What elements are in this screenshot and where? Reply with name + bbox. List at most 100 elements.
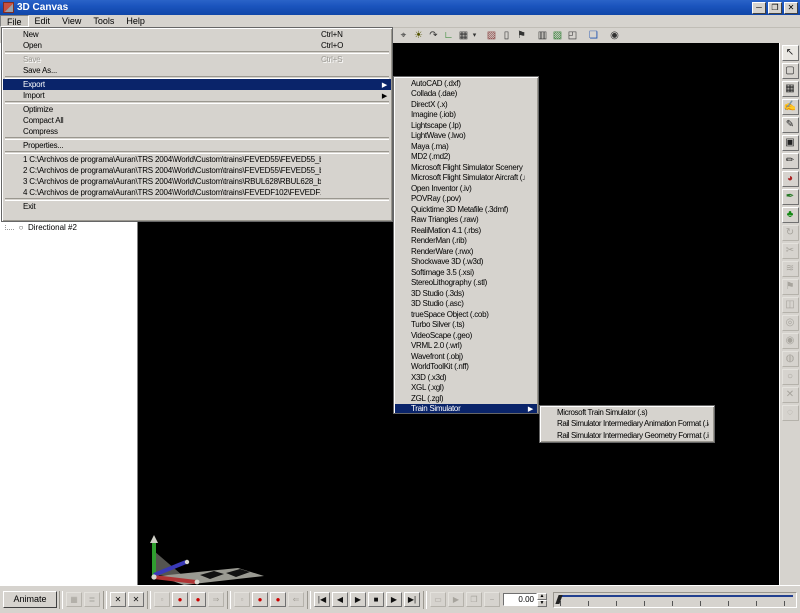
delete-rotation-key-icon[interactable]: ✕ (128, 592, 144, 607)
export-imagine[interactable]: Imagine (.iob) (395, 110, 537, 121)
close-button[interactable]: ✕ (784, 2, 798, 14)
edit-knife-icon[interactable]: ✎ (782, 117, 799, 133)
export-lightwave[interactable]: LightWave (.lwo) (395, 131, 537, 142)
menu-help[interactable]: Help (120, 15, 151, 27)
spinner-up-icon[interactable]: ▲ (537, 593, 547, 600)
paint-hand-icon[interactable]: ✍ (782, 99, 799, 115)
recent-file-4[interactable]: 4 C:\Archivos de programa\Auran\TRS 2004… (3, 187, 391, 198)
rotation-key-icon[interactable]: ▫ (234, 592, 250, 607)
select-pointer-icon[interactable]: ↖ (782, 45, 799, 61)
file-menu-compact-all[interactable]: Compact All (3, 115, 391, 126)
export-msfs-aircraft[interactable]: Microsoft Flight Simulator Aircraft (.md… (395, 173, 537, 184)
grid-snap-icon[interactable]: ▦ (456, 29, 471, 43)
timeline-slider[interactable] (553, 592, 797, 608)
export-msfs-scenery[interactable]: Microsoft Flight Simulator Scenery (.bgl… (395, 162, 537, 173)
export-realimation[interactable]: RealiMation 4.1 (.rbs) (395, 225, 537, 236)
record-all-icon[interactable]: ● (270, 592, 286, 607)
prev-frame-icon[interactable]: ◀ (332, 592, 348, 607)
recent-file-3[interactable]: 3 C:\Archivos de programa\Auran\TRS 2004… (3, 176, 391, 187)
path-icon[interactable]: ↷ (426, 29, 441, 43)
paint-object-icon[interactable]: ▨ (484, 29, 499, 43)
export-raw-triangles[interactable]: Raw Triangles (.raw) (395, 215, 537, 226)
play-icon[interactable]: ▶ (350, 592, 366, 607)
tree-item-directional-2[interactable]: ○ Directional #2 (0, 222, 137, 233)
layers-icon[interactable]: ◰ (565, 29, 580, 43)
cross-tool-icon[interactable]: ✕ (782, 387, 799, 403)
file-menu-import[interactable]: Import ▶ (3, 90, 391, 101)
light-icon[interactable]: ☀ (411, 29, 426, 43)
sphere-tool-icon[interactable]: ○ (782, 369, 799, 385)
file-menu-save[interactable]: Save Ctrl+S (3, 54, 391, 65)
apply-back-icon[interactable]: ⇐ (288, 592, 304, 607)
next-frame-icon[interactable]: ▶ (386, 592, 402, 607)
export-open-inventor[interactable]: Open Inventor (.iv) (395, 183, 537, 194)
open-animation-icon[interactable]: ❐ (466, 592, 482, 607)
export-autocad[interactable]: AutoCAD (.dxf) (395, 78, 537, 89)
export-vrml[interactable]: VRML 2.0 (.wrl) (395, 341, 537, 352)
export-lightscape[interactable]: Lightscape (.lp) (395, 120, 537, 131)
export-wavefront[interactable]: Wavefront (.obj) (395, 351, 537, 362)
export-povray[interactable]: POVRay (.pov) (395, 194, 537, 205)
file-menu-save-as[interactable]: Save As... (3, 65, 391, 76)
mirror-tool-icon[interactable]: ◫ (782, 297, 799, 313)
export-rail-sim-geometry[interactable]: Rail Simulator Intermediary Geometry For… (541, 430, 713, 441)
shape-rectangle-icon[interactable]: ▢ (782, 63, 799, 79)
sweep-tool-icon[interactable]: ◌ (782, 405, 799, 421)
export-shockwave-3d[interactable]: Shockwave 3D (.w3d) (395, 257, 537, 268)
export-md2[interactable]: MD2 (.md2) (395, 152, 537, 163)
flag-icon[interactable]: ⚑ (514, 29, 529, 43)
battery-icon[interactable]: ▯ (499, 29, 514, 43)
plant-tool-icon[interactable]: ♣ (782, 207, 799, 223)
keyframer-icon[interactable]: ▦ (66, 592, 82, 607)
paint-bucket-icon[interactable]: ◕ (782, 171, 799, 187)
spinner-down-icon[interactable]: ▼ (537, 600, 547, 607)
menu-file[interactable]: File (0, 15, 29, 27)
export-train-simulator[interactable]: Train Simulator ▶ (395, 404, 537, 415)
menu-edit[interactable]: Edit (29, 15, 57, 27)
export-videoscape[interactable]: VideoScape (.geo) (395, 330, 537, 341)
delete-position-key-icon[interactable]: ✕ (110, 592, 126, 607)
first-frame-icon[interactable]: |◀ (314, 592, 330, 607)
extrude-face-icon[interactable]: ▣ (782, 135, 799, 151)
export-softimage[interactable]: Softimage 3.5 (.xsi) (395, 267, 537, 278)
brush-icon[interactable]: ✏ (782, 153, 799, 169)
export-collada[interactable]: Collada (.dae) (395, 89, 537, 100)
gradient-icon[interactable]: ▥ (535, 29, 550, 43)
export-maya[interactable]: Maya (.ma) (395, 141, 537, 152)
export-rail-sim-animation[interactable]: Rail Simulator Intermediary Animation Fo… (541, 418, 713, 429)
texture-grid-icon[interactable]: ▦ (782, 81, 799, 97)
flag-tool-icon[interactable]: ⚑ (782, 279, 799, 295)
rotate-tool-icon[interactable]: ↻ (782, 225, 799, 241)
maximize-button[interactable]: ❐ (768, 2, 782, 14)
export-renderman[interactable]: RenderMan (.rib) (395, 236, 537, 247)
export-msts[interactable]: Microsoft Train Simulator (.s) (541, 407, 713, 418)
file-menu-exit[interactable]: Exit (3, 201, 391, 212)
export-stereolithography[interactable]: StereoLithography (.stl) (395, 278, 537, 289)
keyframe-list-icon[interactable]: ≣ (84, 592, 100, 607)
cut-tool-icon[interactable]: ✂ (782, 243, 799, 259)
export-3d-studio-3ds[interactable]: 3D Studio (.3ds) (395, 288, 537, 299)
merge-tool-icon[interactable]: ◍ (782, 351, 799, 367)
file-menu-new[interactable]: New Ctrl+N (3, 29, 391, 40)
last-frame-icon[interactable]: ▶| (404, 592, 420, 607)
export-directx[interactable]: DirectX (.x) (395, 99, 537, 110)
file-menu-export[interactable]: Export ▶ (3, 79, 391, 90)
export-quicktime-3d[interactable]: Quicktime 3D Metafile (.3dmf) (395, 204, 537, 215)
grid-dropdown-icon[interactable]: ▾ (471, 29, 478, 43)
image-icon[interactable]: ▧ (550, 29, 565, 43)
menu-view[interactable]: View (56, 15, 87, 27)
record-rotation-icon[interactable]: ● (190, 592, 206, 607)
apply-forward-icon[interactable]: ⇒ (208, 592, 224, 607)
export-renderware[interactable]: RenderWare (.rwx) (395, 246, 537, 257)
camera-icon[interactable]: ◉ (607, 29, 622, 43)
file-menu-optimize[interactable]: Optimize (3, 104, 391, 115)
menu-tools[interactable]: Tools (87, 15, 120, 27)
file-menu-properties[interactable]: Properties... (3, 140, 391, 151)
record-position-icon[interactable]: ● (172, 592, 188, 607)
window-icon[interactable]: ❏ (586, 29, 601, 43)
weld-tool-icon[interactable]: ◎ (782, 315, 799, 331)
export-x3d[interactable]: X3D (.x3d) (395, 372, 537, 383)
file-menu-compress[interactable]: Compress (3, 126, 391, 137)
deform-tool-icon[interactable]: ≋ (782, 261, 799, 277)
position-key-icon[interactable]: ▫ (154, 592, 170, 607)
